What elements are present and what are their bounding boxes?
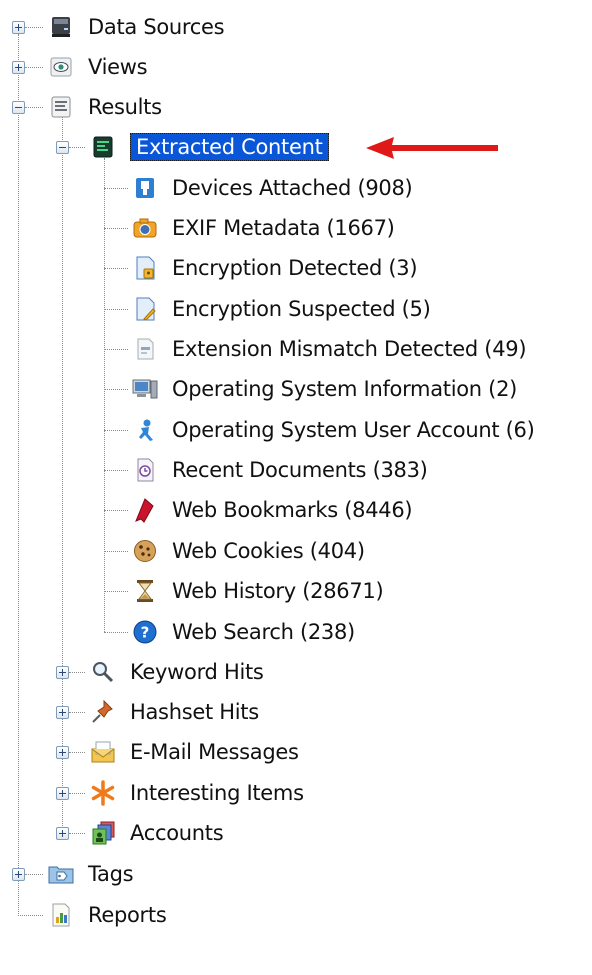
tree-item-label: Views: [88, 55, 148, 79]
tree-item-keyword-hits[interactable]: Keyword Hits: [90, 655, 264, 689]
tree-item-label: Operating System User Account (6): [172, 418, 535, 442]
tree-item-label: Recent Documents (383): [172, 458, 428, 482]
tree-item-accounts[interactable]: Accounts: [90, 816, 224, 850]
tree-item-encryption-suspected[interactable]: Encryption Suspected (5): [132, 292, 431, 326]
expand-data-sources-button[interactable]: [12, 21, 25, 34]
expand-views-button[interactable]: [12, 61, 25, 74]
cookie-icon: [134, 540, 156, 562]
asterisk-icon: [91, 780, 115, 806]
tree-item-results[interactable]: Results: [48, 90, 162, 124]
tree-item-devices-attached[interactable]: Devices Attached (908): [132, 171, 413, 205]
encrypted-file-suspected-icon: [136, 297, 156, 321]
tree-item-extension-mismatch[interactable]: Extension Mismatch Detected (49): [132, 332, 527, 366]
report-icon: [52, 903, 70, 927]
expand-interesting-items-button[interactable]: [56, 787, 69, 800]
tree-line-extracted: [104, 158, 105, 632]
tree-item-extracted-content[interactable]: Extracted Content: [90, 130, 329, 164]
tree-item-label: Tags: [88, 862, 134, 886]
hourglass-icon: [137, 580, 153, 602]
tree-item-recent-documents[interactable]: Recent Documents (383): [132, 453, 428, 487]
expand-tags-button[interactable]: [12, 868, 25, 881]
tree-item-data-sources[interactable]: Data Sources: [48, 10, 225, 44]
tree-item-tags[interactable]: Tags: [48, 857, 134, 891]
tree-item-email-messages[interactable]: E-Mail Messages: [90, 735, 299, 769]
tree-item-web-history[interactable]: Web History (28671): [132, 574, 384, 608]
tree-item-label: Hashset Hits: [130, 700, 259, 724]
tree-item-label: Extension Mismatch Detected (49): [172, 337, 527, 361]
tree-item-label: Devices Attached (908): [172, 176, 413, 200]
expand-accounts-button[interactable]: [56, 827, 69, 840]
magnifier-icon: [93, 662, 114, 683]
envelope-icon: [91, 741, 115, 763]
tree-item-interesting-items[interactable]: Interesting Items: [90, 776, 304, 810]
tree-item-label: Web History (28671): [172, 579, 384, 603]
expand-email-messages-button[interactable]: [56, 746, 69, 759]
web-search-icon: ?: [133, 620, 157, 644]
tree-item-label: Reports: [88, 903, 167, 927]
results-tree: Data Sources Views Results Extracted Con…: [0, 0, 592, 975]
tree-item-label: Encryption Detected (3): [172, 256, 418, 280]
tree-item-web-search[interactable]: ? Web Search (238): [132, 615, 355, 649]
tree-item-label: EXIF Metadata (1667): [172, 216, 395, 240]
encrypted-file-icon: [136, 256, 155, 280]
extracted-content-icon: [93, 136, 113, 158]
user-account-icon: [139, 419, 153, 441]
tree-line-root: [18, 34, 19, 916]
tree-item-label: Interesting Items: [130, 781, 304, 805]
tree-item-label: Keyword Hits: [130, 660, 264, 684]
tree-item-os-user-account[interactable]: Operating System User Account (6): [132, 413, 535, 447]
tree-item-encryption-detected[interactable]: Encryption Detected (3): [132, 251, 418, 285]
recent-document-icon: [137, 458, 154, 482]
tree-item-label: Web Cookies (404): [172, 539, 365, 563]
tree-item-label: Web Bookmarks (8446): [172, 498, 413, 522]
camera-icon: [133, 218, 157, 238]
bookmark-icon: [135, 498, 154, 523]
pushpin-icon: [92, 699, 113, 723]
data-sources-icon: [52, 17, 70, 37]
tree-item-label: Operating System Information (2): [172, 377, 518, 401]
mismatch-file-icon: [137, 338, 154, 360]
tree-item-views[interactable]: Views: [48, 50, 148, 84]
expand-keyword-hits-button[interactable]: [56, 666, 69, 679]
tag-folder-icon: [48, 866, 74, 884]
accounts-icon: [92, 821, 115, 845]
tree-item-label-selected: Extracted Content: [130, 133, 329, 161]
computer-icon: [132, 379, 158, 399]
tree-item-web-bookmarks[interactable]: Web Bookmarks (8446): [132, 493, 413, 527]
tree-item-label: Encryption Suspected (5): [172, 297, 431, 321]
tree-item-hashset-hits[interactable]: Hashset Hits: [90, 695, 259, 729]
tree-item-label: E-Mail Messages: [130, 740, 299, 764]
collapse-extracted-content-button[interactable]: [56, 141, 69, 154]
tree-item-os-information[interactable]: Operating System Information (2): [132, 372, 517, 406]
tree-item-reports[interactable]: Reports: [48, 898, 167, 932]
tree-item-exif-metadata[interactable]: EXIF Metadata (1667): [132, 211, 395, 245]
tree-item-label: Accounts: [130, 821, 224, 845]
tree-item-label: Data Sources: [88, 15, 225, 39]
tree-item-label: Web Search (238): [172, 620, 355, 644]
results-icon: [51, 96, 71, 118]
expand-hashset-hits-button[interactable]: [56, 706, 69, 719]
tree-line-results: [62, 114, 63, 834]
views-icon: [50, 57, 72, 77]
annotation-arrow-icon: [366, 137, 498, 159]
svg-text:?: ?: [141, 624, 150, 642]
tree-item-web-cookies[interactable]: Web Cookies (404): [132, 534, 365, 568]
tree-item-label: Results: [88, 95, 162, 119]
collapse-results-button[interactable]: [12, 101, 25, 114]
usb-device-icon: [136, 178, 154, 198]
